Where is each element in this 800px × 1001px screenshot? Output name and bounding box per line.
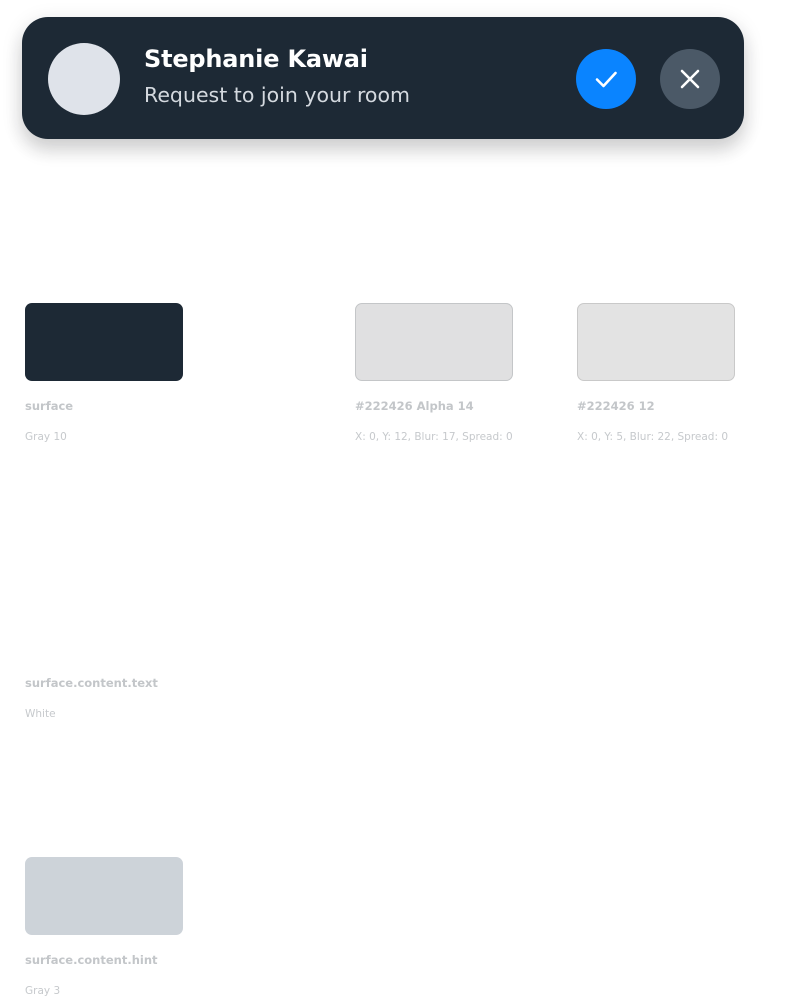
requester-name: Stephanie Kawai (144, 45, 368, 73)
avatar (48, 43, 120, 115)
token-sublabel-shadow-12: X: 0, Y: 5, Blur: 22, Spread: 0 (577, 431, 729, 443)
token-sublabel-shadow-alpha-14: X: 0, Y: 12, Blur: 17, Spread: 0 (355, 431, 513, 443)
check-icon (595, 71, 617, 88)
swatch-surface-content-hint (25, 857, 183, 935)
token-label-shadow-12: #222426 12 (577, 399, 655, 413)
token-label-shadow-alpha-14: #222426 Alpha 14 (355, 399, 474, 413)
accept-button[interactable] (576, 49, 636, 109)
swatch-shadow-12 (577, 303, 735, 381)
swatch-shadow-alpha-14 (355, 303, 513, 381)
join-request-notification: Stephanie Kawai Request to join your roo… (22, 17, 744, 139)
token-label-surface-content-hint: surface.content.hint (25, 953, 158, 967)
token-sublabel-surface-content-text: White (25, 708, 56, 720)
decline-button[interactable] (660, 49, 720, 109)
token-sublabel-surface: Gray 10 (25, 431, 67, 443)
swatch-surface-content-text (25, 580, 183, 658)
close-icon (680, 69, 700, 89)
request-message: Request to join your room (144, 83, 410, 107)
token-label-surface: surface (25, 399, 74, 413)
token-label-surface-content-text: surface.content.text (25, 676, 158, 690)
swatch-surface (25, 303, 183, 381)
token-sublabel-surface-content-hint: Gray 3 (25, 985, 61, 997)
